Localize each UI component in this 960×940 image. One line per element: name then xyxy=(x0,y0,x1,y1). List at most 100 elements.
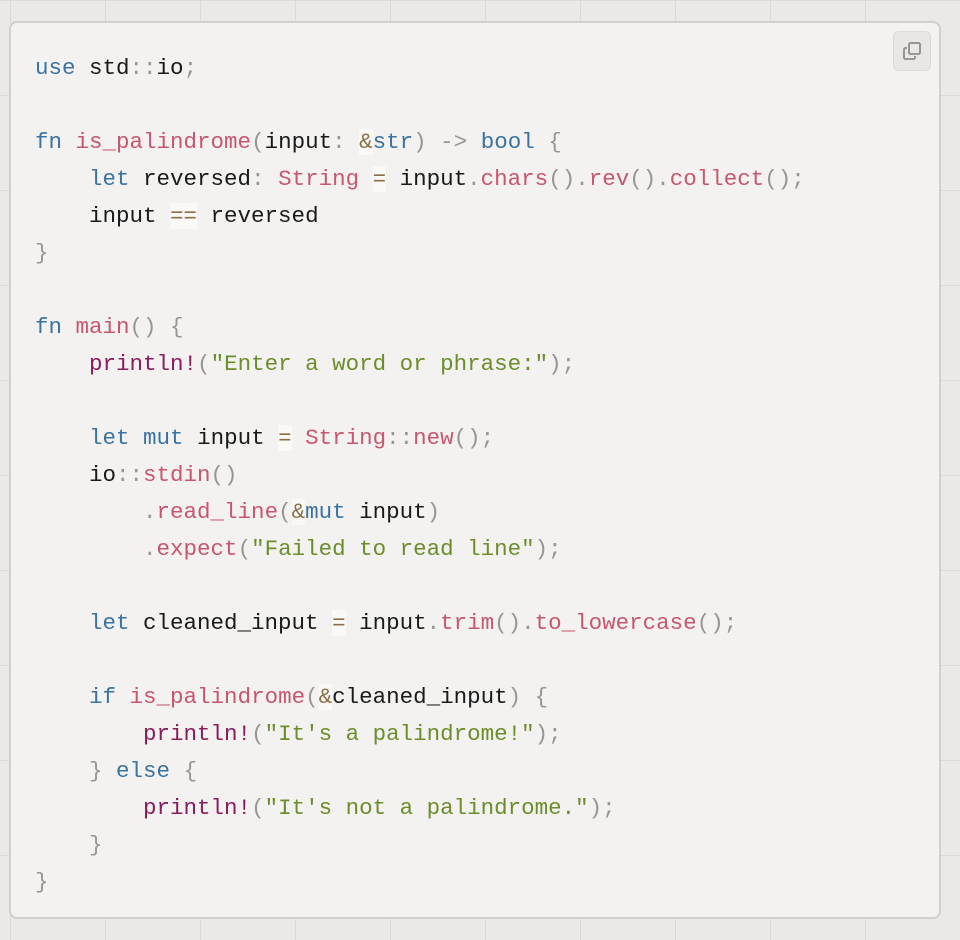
token-keyword: let xyxy=(89,610,130,636)
token-function-name: is_palindrome xyxy=(129,684,306,710)
token-macro: println! xyxy=(143,795,252,821)
token-identifier xyxy=(103,758,117,784)
token-punctuation: . xyxy=(143,536,157,562)
copy-icon xyxy=(903,42,921,60)
token-identifier: reversed xyxy=(129,166,252,192)
token-identifier xyxy=(35,499,143,525)
code-line: println!("It's not a palindrome."); xyxy=(35,790,805,827)
token-punctuation: ) { xyxy=(507,684,549,710)
token-keyword: let xyxy=(89,425,130,451)
token-type-name: String xyxy=(278,166,360,192)
token-macro: println! xyxy=(143,721,252,747)
token-identifier: input xyxy=(345,610,427,636)
token-identifier xyxy=(346,129,360,155)
token-punctuation: ( xyxy=(278,499,292,525)
token-function-name: new xyxy=(413,425,454,451)
code-line: .read_line(&mut input) xyxy=(35,494,805,531)
code-line: ​ xyxy=(35,568,805,605)
code-line: input == reversed xyxy=(35,198,805,235)
token-identifier xyxy=(35,166,89,192)
token-punctuation: ); xyxy=(588,795,616,821)
token-identifier: input xyxy=(264,129,333,155)
token-punctuation: ( xyxy=(251,129,265,155)
token-punctuation: :: xyxy=(386,425,414,451)
token-punctuation: ); xyxy=(534,721,562,747)
token-punctuation: :: xyxy=(116,462,144,488)
token-identifier xyxy=(62,129,76,155)
token-punctuation: { xyxy=(534,129,562,155)
token-keyword: str xyxy=(372,129,414,155)
token-identifier xyxy=(62,314,76,340)
token-operator: == xyxy=(170,203,198,229)
token-punctuation: ( xyxy=(237,536,252,562)
token-punctuation: ( xyxy=(251,721,265,747)
token-identifier: cleaned_input xyxy=(332,684,508,710)
token-identifier: std xyxy=(75,55,130,81)
token-punctuation: ) xyxy=(413,129,427,155)
token-punctuation: . xyxy=(143,499,157,525)
token-function-name: read_line xyxy=(156,499,279,525)
copy-button[interactable] xyxy=(893,31,931,71)
token-identifier xyxy=(35,795,143,821)
token-operator: & xyxy=(318,684,333,710)
token-punctuation: (). xyxy=(629,166,670,192)
code-line: fn is_palindrome(input: &str) -> bool { xyxy=(35,124,805,161)
code-line: io::stdin() xyxy=(35,457,805,494)
code-line: println!("It's a palindrome!"); xyxy=(35,716,805,753)
token-identifier: io xyxy=(35,462,117,488)
token-function-name: to_lowercase xyxy=(534,610,697,636)
code-line: } xyxy=(35,864,805,901)
token-punctuation: (). xyxy=(494,610,535,636)
code-line: } xyxy=(35,235,805,272)
token-keyword: else xyxy=(116,758,171,784)
token-punctuation: ); xyxy=(534,536,562,562)
token-identifier: input xyxy=(386,166,468,192)
code-line: let mut input = String::new(); xyxy=(35,420,805,457)
code-block: use std::io;​fn is_palindrome(input: &st… xyxy=(9,21,941,919)
code-line: ​ xyxy=(35,272,805,309)
token-macro: println! xyxy=(89,351,198,377)
token-punctuation: (); xyxy=(453,425,495,451)
token-punctuation: ; xyxy=(183,55,198,81)
token-keyword: mut xyxy=(305,499,346,525)
token-punctuation: () { xyxy=(129,314,184,340)
token-string-literal: "It's not a palindrome." xyxy=(264,795,589,821)
code-line: use std::io; xyxy=(35,50,805,87)
token-punctuation: () xyxy=(210,462,238,488)
token-identifier xyxy=(35,721,143,747)
token-punctuation: { xyxy=(170,758,198,784)
token-function-name: is_palindrome xyxy=(75,129,252,155)
token-identifier xyxy=(292,425,306,451)
token-identifier xyxy=(35,351,89,377)
token-punctuation: . xyxy=(467,166,481,192)
code-content[interactable]: use std::io;​fn is_palindrome(input: &st… xyxy=(35,50,805,901)
token-punctuation: } xyxy=(35,869,49,895)
code-line: if is_palindrome(&cleaned_input) { xyxy=(35,679,805,716)
token-identifier xyxy=(35,758,89,784)
token-punctuation: : xyxy=(332,129,346,155)
token-function-name: collect xyxy=(669,166,765,192)
token-identifier xyxy=(35,610,89,636)
token-keyword: fn xyxy=(35,314,63,340)
token-keyword: let xyxy=(89,166,130,192)
token-keyword: if xyxy=(89,684,117,710)
token-punctuation: :: xyxy=(129,55,157,81)
token-function-name: chars xyxy=(480,166,549,192)
token-punctuation: -> xyxy=(426,129,481,155)
token-identifier xyxy=(359,166,373,192)
token-function-name: expect xyxy=(156,536,238,562)
token-identifier: cleaned_input xyxy=(129,610,333,636)
token-type-name: String xyxy=(305,425,387,451)
token-punctuation: ) xyxy=(426,499,441,525)
token-function-name: stdin xyxy=(143,462,211,488)
token-operator: = xyxy=(332,610,346,636)
token-keyword: mut xyxy=(143,425,184,451)
code-line: let cleaned_input = input.trim().to_lowe… xyxy=(35,605,805,642)
code-line: ​ xyxy=(35,87,805,124)
token-punctuation: } xyxy=(35,240,49,266)
token-identifier xyxy=(35,425,89,451)
token-identifier xyxy=(116,684,130,710)
token-function-name: trim xyxy=(440,610,495,636)
token-string-literal: "It's a palindrome!" xyxy=(264,721,535,747)
token-identifier: input xyxy=(35,203,171,229)
